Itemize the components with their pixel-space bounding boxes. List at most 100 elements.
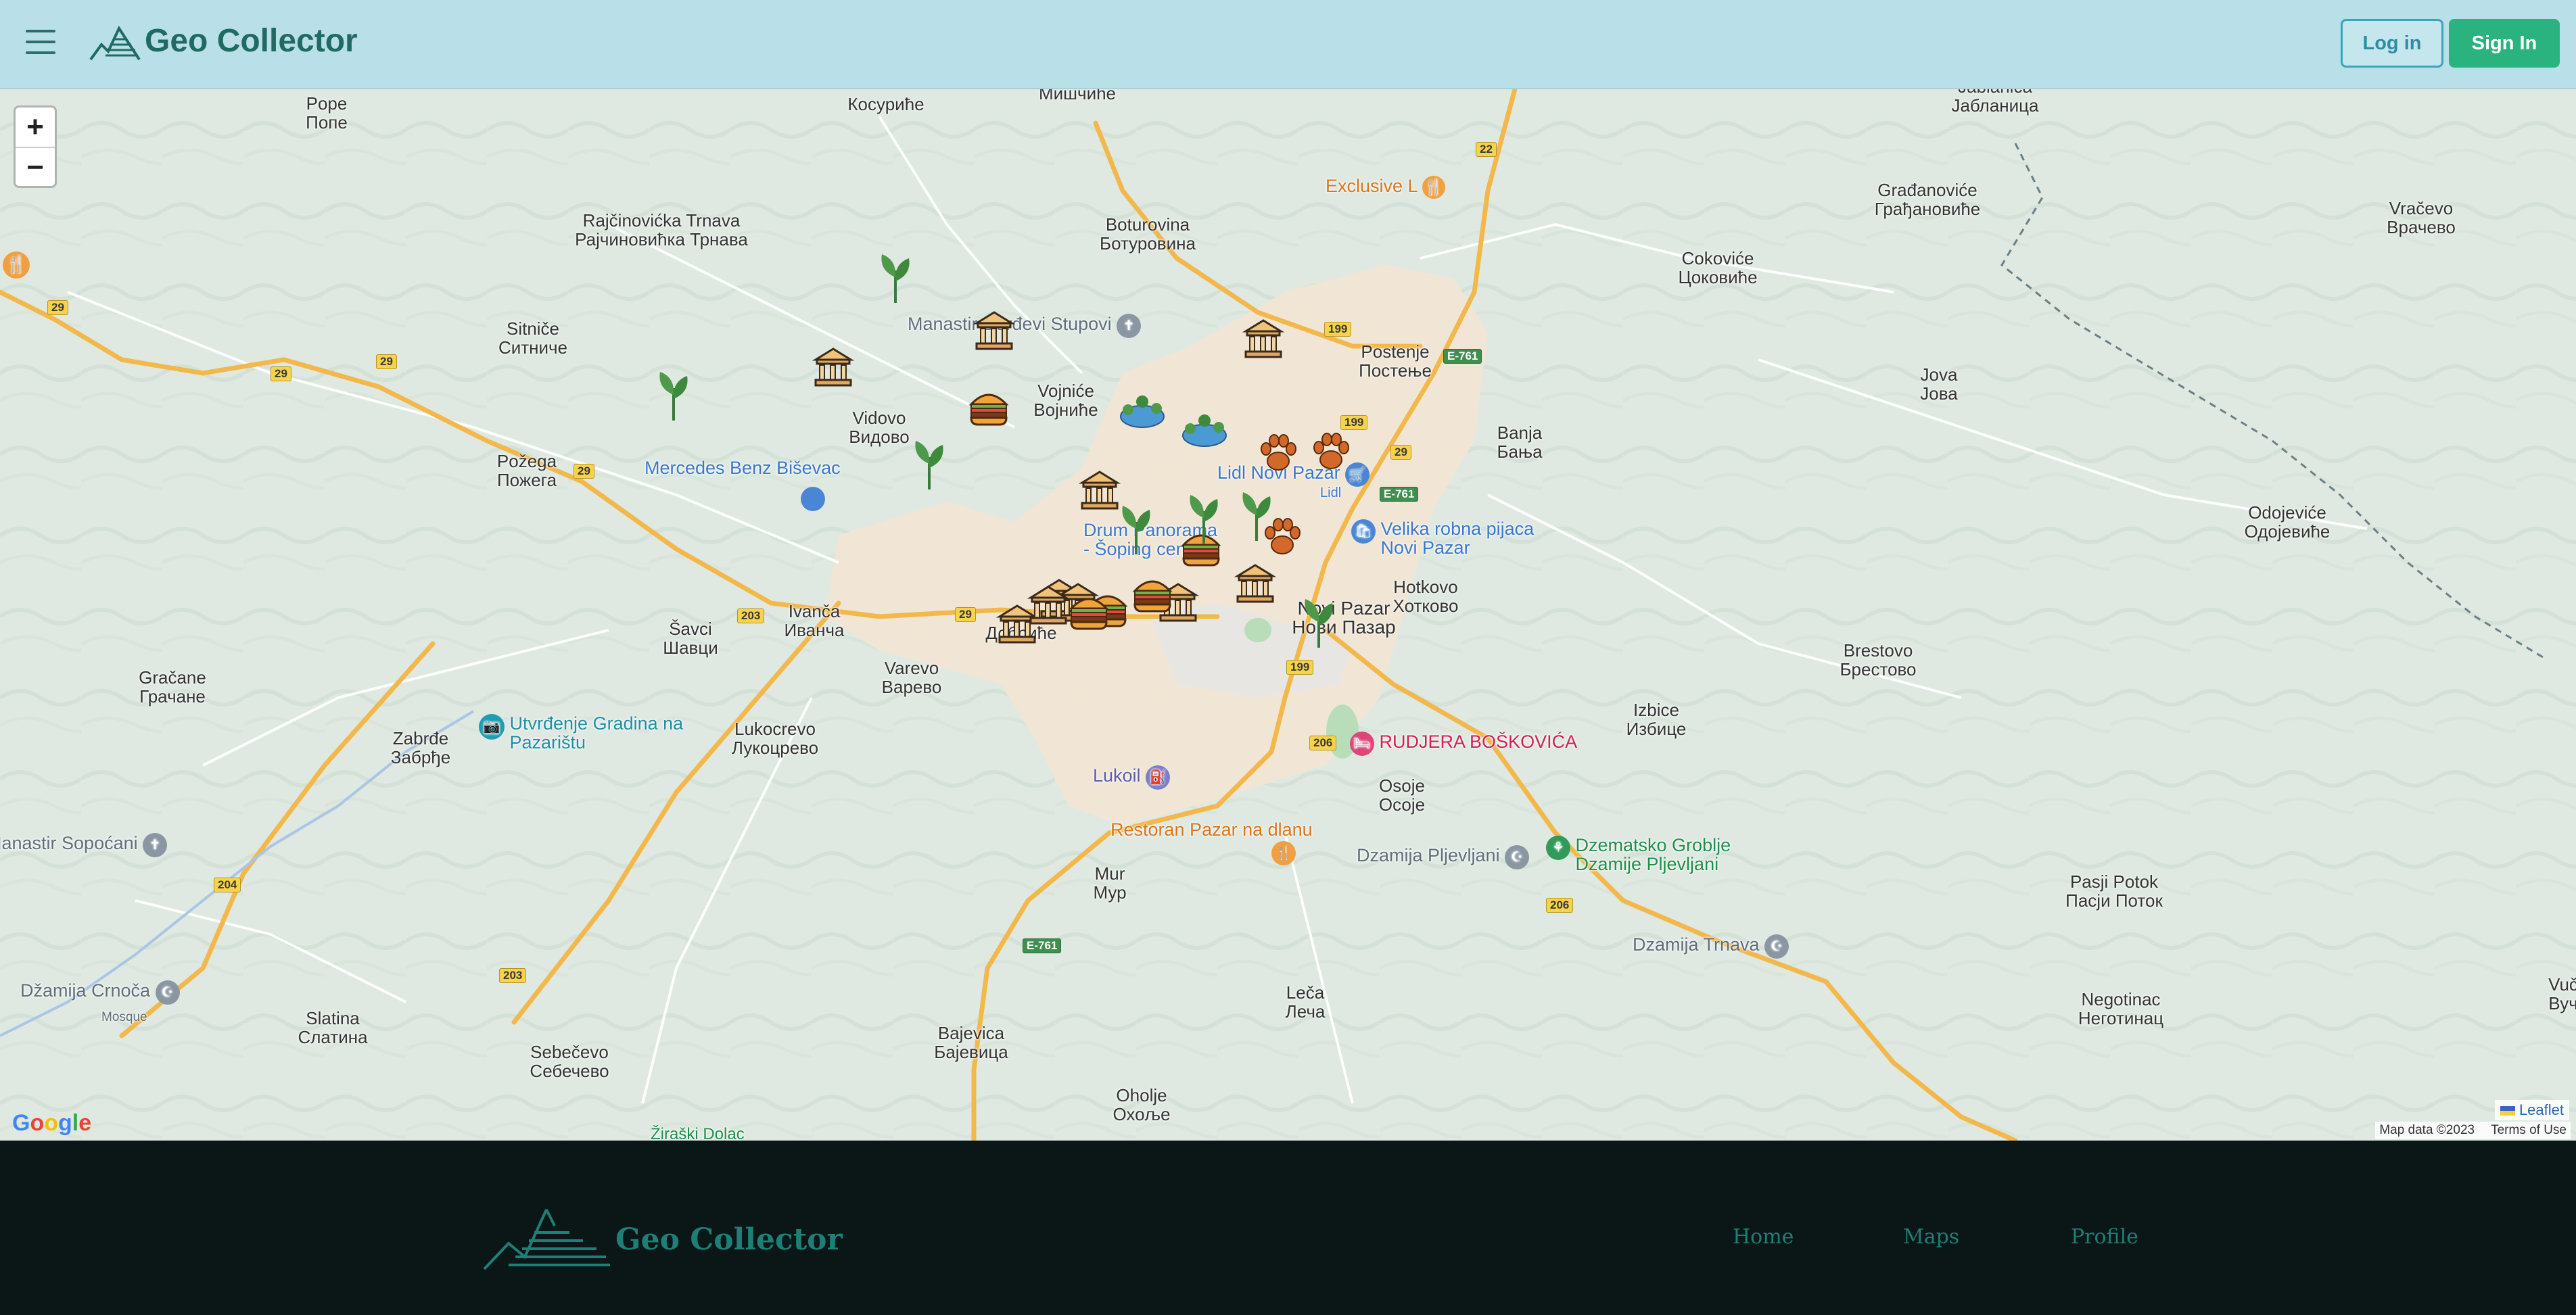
footer-link-home[interactable]: Home xyxy=(1733,1225,1794,1249)
app-name: Geo Collector xyxy=(145,22,358,59)
app-header: Geo Collector Log in Sign In xyxy=(0,0,2576,89)
hamburger-menu-icon[interactable] xyxy=(26,30,55,54)
camera-pin-icon: 📷 xyxy=(479,714,505,740)
hospital-pin-icon: 🛏 xyxy=(1350,732,1374,756)
road-shield: 29 xyxy=(955,607,976,622)
poi-dzematsko[interactable]: ⚘ Dzematsko Groblje Dzamije Pljevljani xyxy=(1546,836,1758,874)
burger-marker[interactable] xyxy=(967,385,1010,432)
pond-marker[interactable] xyxy=(1119,393,1166,433)
place-label: Jova Јова xyxy=(1920,364,1958,404)
plant-marker[interactable] xyxy=(876,250,914,308)
restaurant-pin-icon[interactable]: 🍴 xyxy=(1271,841,1296,865)
place-label: Ivanča Иванча xyxy=(784,601,845,640)
road-shield: 206 xyxy=(1546,898,1574,913)
place-label: Zabrđe Забрђе xyxy=(390,728,451,767)
road-shield: 203 xyxy=(499,968,527,983)
plant-marker[interactable] xyxy=(910,437,948,494)
museum-marker[interactable] xyxy=(1234,561,1277,608)
place-label: Sebečevo Себечево xyxy=(530,1042,609,1081)
museum-marker[interactable] xyxy=(1078,468,1121,515)
poi-ziraski[interactable]: Žiraški Dolac xyxy=(651,1125,745,1141)
app-footer: Geo Collector Home Maps Profile xyxy=(0,1141,2576,1315)
poi-lukoil[interactable]: Lukoil ⛽ xyxy=(1093,765,1171,790)
place-label: Izbice Избице xyxy=(1626,700,1687,739)
poi-utvrdjenje[interactable]: 📷 Utvrđenje Gradina na Pazarištu xyxy=(479,714,686,752)
footer-app-name: Geo Collector xyxy=(615,1222,843,1257)
place-label: Građanoviće Грађановиће xyxy=(1874,180,1981,219)
place-label: Lukocrevo Лукоцрево xyxy=(731,719,819,758)
poi-mercedes[interactable]: Mercedes Benz Biševac xyxy=(645,458,841,479)
poi-dzamija-trnava[interactable]: Dzamija Trnava ☪ xyxy=(1633,934,1789,959)
poi-lidl-small: Lidl xyxy=(1320,485,1342,500)
museum-marker[interactable] xyxy=(973,308,1016,355)
zoom-out-button[interactable]: − xyxy=(16,147,55,187)
footer-brand[interactable]: Geo Collector xyxy=(482,1205,843,1273)
museum-marker[interactable] xyxy=(1242,316,1285,363)
map-data-text: Map data ©2023 xyxy=(2379,1123,2475,1137)
place-label: Rajčinovićka Trnava Рајчиновићка Трнава xyxy=(575,210,748,249)
burger-marker[interactable] xyxy=(1067,590,1110,636)
place-label: Mur Мур xyxy=(1093,863,1127,903)
poi-restoran[interactable]: Restoran Pazar na dlanu xyxy=(1110,819,1313,840)
signin-button[interactable]: Sign In xyxy=(2449,19,2560,68)
zoom-in-button[interactable]: + xyxy=(16,107,55,147)
poi-dzamija-pljevljani[interactable]: Dzamija Pljevljani ☪ xyxy=(1357,845,1530,869)
plant-marker[interactable] xyxy=(1185,491,1223,548)
paw-marker[interactable] xyxy=(1257,431,1300,478)
road-shield: 29 xyxy=(271,366,291,381)
mosque-pin-icon: ☪ xyxy=(155,980,180,1005)
login-button[interactable]: Log in xyxy=(2341,19,2443,68)
poi-manastir-sopocani[interactable]: Manastir Sopoćani ✝ xyxy=(0,833,168,857)
place-label: Negotinac Неготинац xyxy=(2078,989,2164,1028)
road-shield: E-761 xyxy=(1443,349,1482,364)
place-label: Požega Пожега xyxy=(496,451,557,490)
pond-marker[interactable] xyxy=(1181,412,1228,452)
plant-marker[interactable] xyxy=(655,368,693,425)
road-shield: 204 xyxy=(214,878,241,892)
mosque-pin-icon: ☪ xyxy=(1764,934,1789,959)
road-shield: 29 xyxy=(376,354,397,369)
place-label: Vuč Вуч xyxy=(2548,974,2576,1013)
restaurant-pin-icon[interactable]: 🍴 xyxy=(3,252,30,279)
map-attribution: Map data ©2023 Terms of Use xyxy=(2375,1122,2571,1139)
museum-marker[interactable] xyxy=(812,345,855,391)
museum-marker[interactable] xyxy=(1027,583,1070,629)
poi-manastir-stupovi[interactable]: Manastir Đurđevi Stupovi ✝ xyxy=(908,314,1142,338)
road-shield: 29 xyxy=(47,300,68,315)
mountain-logo-icon xyxy=(89,25,141,61)
monastery-pin-icon: ✝ xyxy=(1117,314,1142,338)
shopping-pin-icon[interactable] xyxy=(801,487,825,511)
paw-marker[interactable] xyxy=(1261,515,1304,562)
place-label: Bajevica Бајевица xyxy=(934,1023,1008,1062)
plant-marker[interactable] xyxy=(1300,595,1338,652)
road-shield: 29 xyxy=(1390,445,1411,460)
place-label: Vračevo Врачево xyxy=(2387,198,2456,237)
map-view[interactable]: PopeПопе Косуриће Мишчиће JablanicaЈабла… xyxy=(0,89,2576,1141)
burger-marker[interactable] xyxy=(1131,572,1174,619)
gas-pin-icon: ⛽ xyxy=(1146,765,1171,790)
google-logo: Google xyxy=(12,1110,92,1136)
monastery-pin-icon: ✝ xyxy=(143,833,168,857)
poi-velika-pijaca[interactable]: 🛍 Velika robna pijaca Novi Pazar xyxy=(1351,519,1557,557)
place-label: Cokoviće Цоковиће xyxy=(1678,248,1758,287)
road-shield: E-761 xyxy=(1380,487,1419,502)
terms-of-use-link[interactable]: Terms of Use xyxy=(2491,1123,2567,1138)
poi-rudjera[interactable]: 🛏 RUDJERA BOŠKOVIĆA xyxy=(1350,732,1577,756)
place-label: Sitniče Ситниче xyxy=(498,318,568,358)
poi-exclusive[interactable]: Exclusive L 🍴 xyxy=(1326,176,1446,199)
paw-marker[interactable] xyxy=(1309,430,1353,477)
poi-dzamija-crnoca[interactable]: Džamija Crnoča ☪ Mosque xyxy=(20,980,180,1026)
footer-link-maps[interactable]: Maps xyxy=(1903,1225,1959,1249)
place-label: Vidovo Видово xyxy=(849,408,910,447)
brand-logo[interactable]: Geo Collector xyxy=(88,19,358,62)
place-label: Hotkovo Хотково xyxy=(1392,577,1459,616)
place-label: Brestovo Брестово xyxy=(1840,640,1917,679)
mountain-logo-icon xyxy=(483,1209,610,1270)
place-label: JablanicaЈабланица xyxy=(1951,89,2039,116)
road-shield: 199 xyxy=(1324,322,1352,337)
place-label: Varevo Варево xyxy=(881,658,942,697)
plant-marker[interactable] xyxy=(1117,502,1155,559)
leaflet-attribution-link[interactable]: Leaflet xyxy=(2494,1100,2569,1120)
road-shield: 22 xyxy=(1476,142,1497,157)
footer-link-profile[interactable]: Profile xyxy=(2071,1225,2138,1249)
